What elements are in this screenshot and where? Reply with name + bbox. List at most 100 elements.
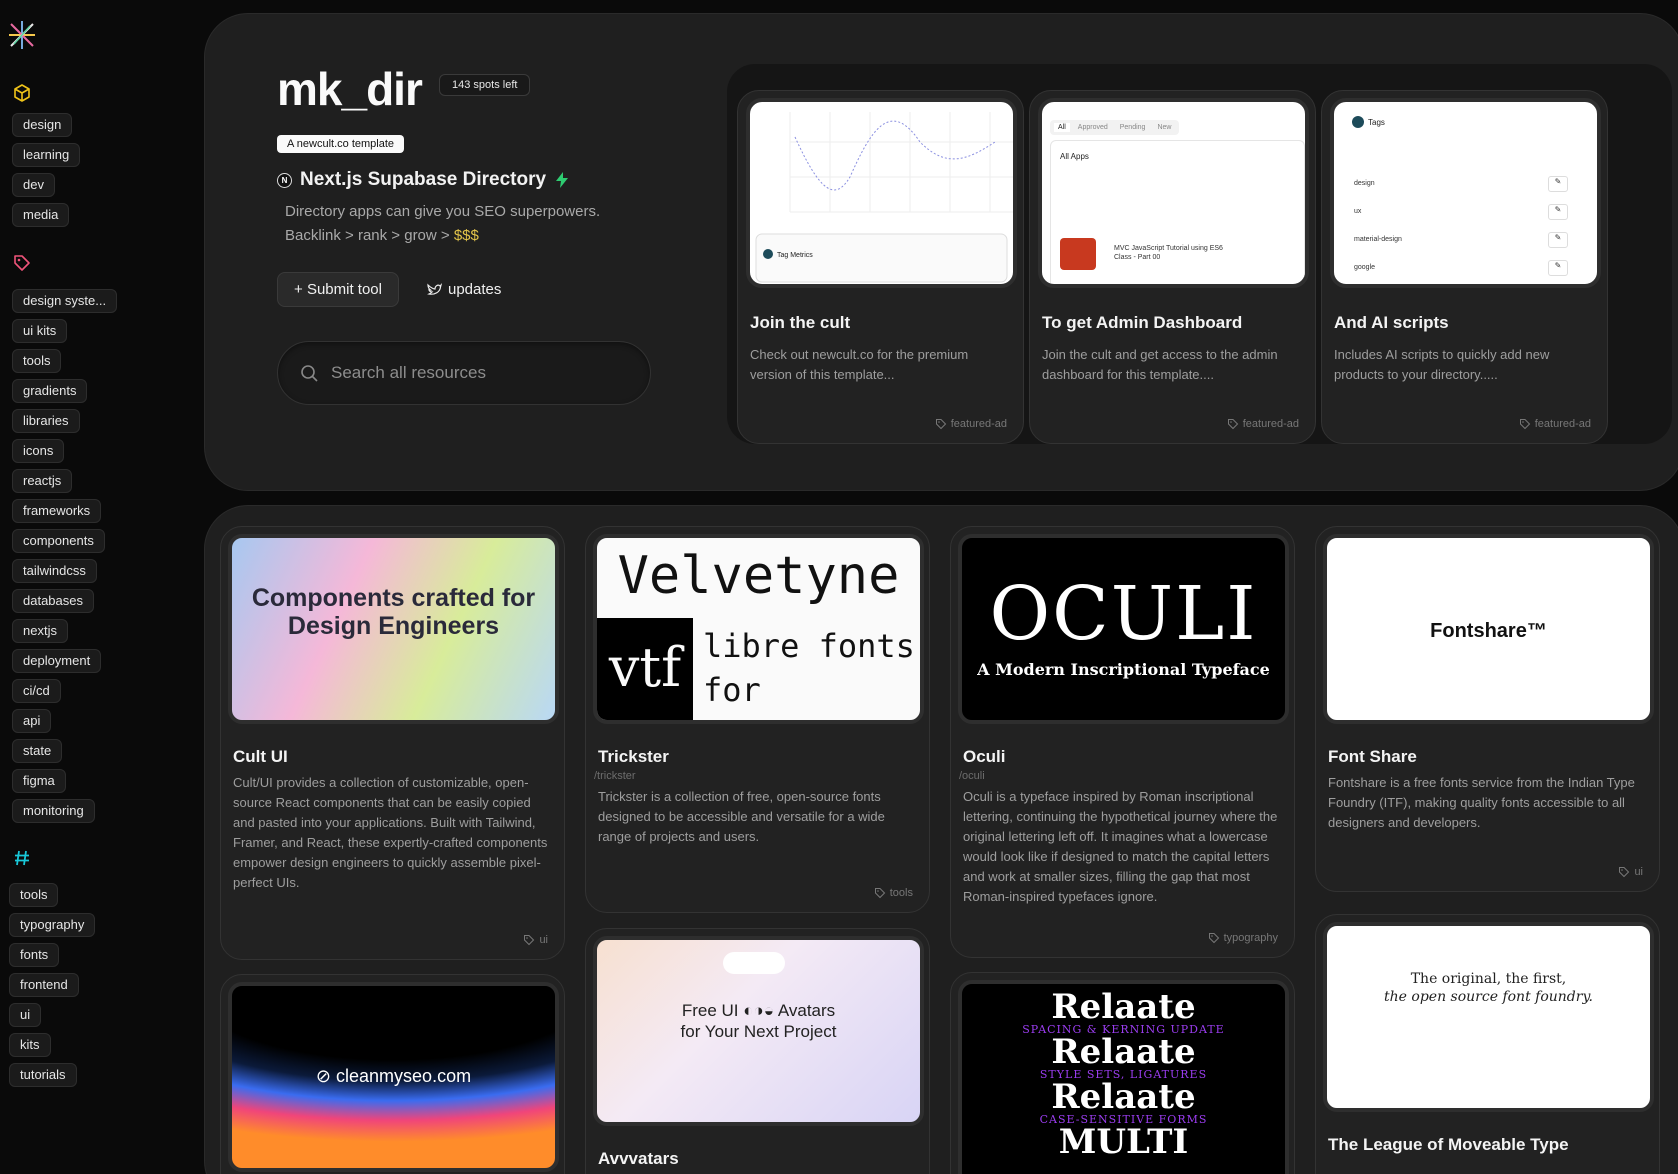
sidebar-chip[interactable]: design [12,113,73,137]
page-title: mk_dir [277,63,423,115]
updates-link[interactable]: updates [427,281,501,298]
sidebar-chip[interactable]: frameworks [12,499,102,523]
sidebar-item: ui kits [12,319,117,349]
card-title: Oculi [963,747,1006,766]
updates-label: updates [448,281,502,298]
sidebar-chip[interactable]: nextjs [12,619,68,643]
ad-thumbnail: All Approved Pending New All Apps MVC Ja… [1038,98,1309,288]
sidebar-chip[interactable]: monitoring [12,799,95,823]
sidebar-item: libraries [12,409,117,439]
template-badge[interactable]: A newcult.co template [277,135,405,153]
ad-text: Check out newcult.co for the premium ver… [750,347,969,382]
sidebar: design learning dev media design syste... ui… [0,0,190,1174]
sidebar-item: media [12,203,80,233]
sidebar-item: kits [9,1033,95,1063]
sidebar-item: icons [12,439,117,469]
sidebar-item: reactjs [12,469,117,499]
search-input[interactable] [331,363,621,383]
thumb-line: for everyone [703,671,857,720]
ad-text: Includes AI scripts to quickly add new p… [1334,347,1550,382]
tag-icon [1227,419,1238,430]
card-description: Cult/UI provides a collection of customi… [233,775,548,890]
sidebar-chip[interactable]: fonts [9,943,60,967]
ad-tag-label: featured-ad [1534,418,1591,430]
resource-card[interactable]: Components crafted for Design Engineers … [220,526,565,960]
resource-card[interactable]: ⊘ cleanmyseo.com [220,974,565,1174]
thumb-pill [723,952,785,974]
resource-card[interactable]: Velvetyne vtf libre fonts for everyone T… [585,526,930,913]
sidebar-item: dev [12,173,80,203]
sidebar-chip[interactable]: ui kits [12,319,68,343]
sidebar-chip[interactable]: icons [12,439,65,463]
ad-tag: featured-ad [1227,418,1299,430]
thumb-row: google [1354,264,1376,271]
thumb-row: design [1354,180,1375,187]
sidebar-chip[interactable]: state [12,739,63,763]
resource-card[interactable]: Free UI ◐◑◒ Avatars for Your Next Projec… [585,928,930,1174]
sidebar-chip[interactable]: kits [9,1033,51,1057]
sidebar-chip[interactable]: media [12,203,70,227]
card-thumbnail: Velvetyne vtf libre fonts for everyone [593,534,924,724]
sidebar-chip[interactable]: tools [12,349,62,373]
app-logo-icon[interactable] [5,18,39,52]
sidebar-chip[interactable]: typography [9,913,96,937]
link-icon: ⊘ [315,1066,331,1086]
sidebar-chip[interactable]: tailwindcss [12,559,97,583]
sidebar-chip[interactable]: tutorials [9,1063,77,1087]
sidebar-chip[interactable]: figma [12,769,66,793]
sidebar-item: nextjs [12,619,117,649]
sidebar-chip[interactable]: databases [12,589,94,613]
resource-card[interactable]: Fontshare™ Font Share Fontshare is a fre… [1315,526,1660,892]
ad-tag-label: featured-ad [950,418,1007,430]
sidebar-item: figma [12,769,117,799]
thumb-logo: Fontshare™ [1430,620,1547,642]
thumb-tab: Approved [1077,124,1108,131]
thumb-row-text: MVC JavaScript Tutorial using ES6 Class … [1114,245,1223,261]
thumb-sub-text: A Modern Inscriptional Typeface [977,660,1270,679]
sidebar-item: gradients [12,379,117,409]
subtitle: Next.js Supabase Directory [300,169,547,190]
bolt-icon [556,172,569,188]
sidebar-chip[interactable]: ci/cd [12,679,61,703]
chart-thumbnail: Tag Metrics [755,112,1013,283]
edit-icon: ✎ [1548,204,1568,220]
sidebar-chip[interactable]: design syste... [12,289,118,313]
thumb-tab: Pending [1119,124,1146,131]
resource-card[interactable]: The original, the first, the open source… [1315,914,1660,1174]
ad-title: And AI scripts [1334,313,1449,332]
sidebar-chip[interactable]: reactjs [12,469,73,493]
thumb-heading: All Apps [1060,152,1089,161]
sidebar-chip[interactable]: gradients [12,379,88,403]
ad-card[interactable]: Tag Metrics Join the cult Check out newc… [737,90,1024,444]
card-slug: /trickster [594,770,636,782]
sidebar-chip[interactable]: learning [12,143,81,167]
tag-list: design syste... ui kits tools gradients libr… [12,289,118,829]
sidebar-chip[interactable]: frontend [9,973,79,997]
search-bar[interactable] [277,341,651,405]
sidebar-item: databases [12,589,117,619]
sidebar-chip[interactable]: dev [12,173,55,197]
ad-card[interactable]: All Approved Pending New All Apps MVC Ja… [1029,90,1316,444]
resource-card[interactable]: Relaate SPACING & KERNING UPDATE Relaate… [950,972,1295,1174]
card-tag: tools [874,887,913,899]
card-thumbnail: Fontshare™ [1323,534,1654,724]
sidebar-item: deployment [12,649,117,679]
description-line2: Backlink > rank > grow > [285,227,454,244]
edit-icon: ✎ [1548,232,1568,248]
ad-card[interactable]: Tags design ux material-design google ✎ … [1321,90,1608,444]
nextjs-icon: N [277,172,292,188]
sidebar-chip[interactable]: tools [9,883,59,907]
ad-tag-label: featured-ad [1242,418,1299,430]
sidebar-chip[interactable]: components [12,529,105,553]
sidebar-item: api [12,709,117,739]
resource-card[interactable]: OCULI A Modern Inscriptional Typeface Oc… [950,526,1295,958]
thumb-word: Relaate [1051,987,1196,1027]
sidebar-chip[interactable]: deployment [12,649,102,673]
sidebar-chip[interactable]: api [12,709,52,733]
thumb-top-text: Velvetyne [617,546,900,606]
card-tag: ui [1618,866,1643,878]
submit-tool-button[interactable]: + Submit tool [277,272,399,307]
sidebar-chip[interactable]: ui [9,1003,42,1027]
sidebar-chip[interactable]: libraries [12,409,80,433]
tag-icon [14,255,30,271]
